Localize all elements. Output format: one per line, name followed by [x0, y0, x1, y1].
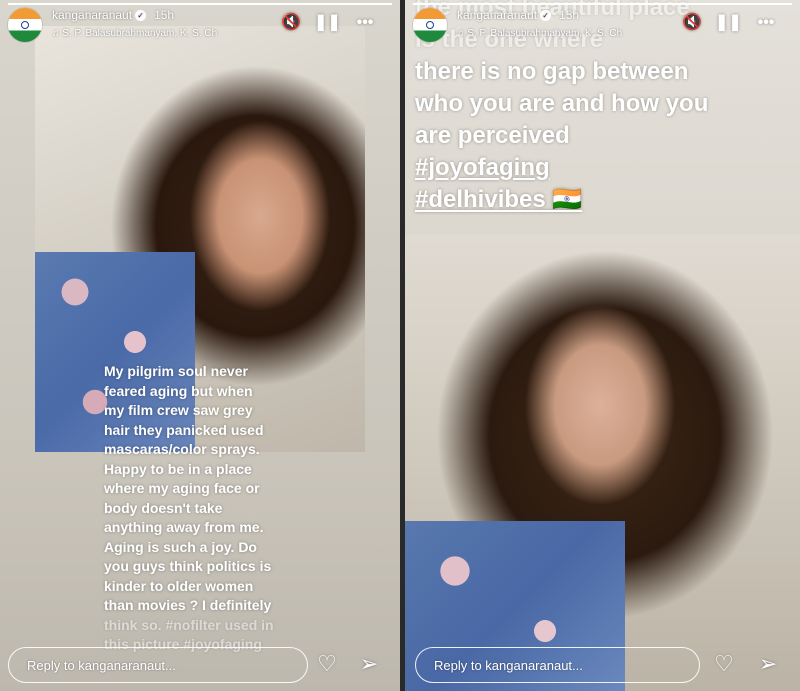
story-viewer: kanganaranaut ✓ 15h ♫ S. P. Balasubrahmany… [0, 0, 800, 691]
send-icon[interactable]: ➢ [755, 651, 781, 677]
reply-input[interactable]: Reply to kanganaranaut... [8, 647, 308, 683]
speaker-muted-icon[interactable]: 🔇 [280, 12, 302, 34]
caption-line: than movies ? I definitely [104, 597, 272, 613]
verified-icon: ✓ [135, 10, 147, 21]
caption-line: where my aging face or [104, 480, 260, 496]
speaker-muted-icon[interactable]: 🔇 [681, 12, 703, 34]
story-photo [405, 235, 800, 691]
story-progress-bar [8, 3, 392, 5]
story-header: kanganaranaut ✓ 15h ♫ S. P. Balasubrahmany… [8, 8, 390, 44]
caption-line: you guys think politics is [104, 558, 272, 574]
caption-line: are perceived [415, 122, 570, 149]
caption-line: Happy to be in a place [104, 460, 252, 477]
caption-line: mascaras/color sprays. [104, 441, 260, 457]
caption-line: feared aging but when [104, 382, 253, 399]
caption-line: hair they panicked used [104, 421, 264, 438]
avatar[interactable] [413, 8, 447, 42]
avatar[interactable] [8, 8, 42, 42]
pause-icon[interactable]: ❚❚ [715, 12, 742, 34]
music-label[interactable]: ♫ S. P. Balasubrahmanyam, K. S. Ch [52, 28, 217, 39]
username-row: kanganaranaut ✓ 15h [457, 8, 579, 22]
heart-icon[interactable]: ♡ [314, 651, 340, 677]
more-icon[interactable]: ••• [755, 12, 777, 34]
reply-input[interactable]: Reply to kanganaranaut... [415, 647, 700, 683]
caption-line: My pilgrim soul never [104, 363, 248, 379]
send-icon[interactable]: ➢ [356, 651, 382, 677]
hashtag[interactable]: #delhivibes 🇮🇳 [415, 184, 785, 216]
username[interactable]: kanganaranaut [52, 8, 132, 22]
caption-line: my film crew saw grey [104, 402, 253, 418]
story-caption: My pilgrim soul never feared aging but w… [104, 362, 328, 655]
username[interactable]: kanganaranaut [457, 8, 537, 22]
caption-line: anything away from me. [104, 519, 264, 535]
story-header: kanganaranaut ✓ 15h ♫ S. P. Balasubrahmany… [413, 8, 790, 44]
music-label[interactable]: ♫ S. P. Balasubrahmanyam, K. S. Ch [457, 28, 622, 39]
pause-icon[interactable]: ❚❚ [314, 12, 341, 34]
verified-icon: ✓ [540, 10, 552, 21]
story-progress-bar [413, 3, 792, 5]
username-row: kanganaranaut ✓ 15h [52, 8, 174, 22]
caption-line: there is no gap between [415, 58, 689, 85]
caption-line: Aging is such a joy. Do [104, 538, 257, 555]
caption-line: body doesn't take [104, 499, 223, 516]
story-panel-left[interactable]: kanganaranaut ✓ 15h ♫ S. P. Balasubrahmany… [0, 0, 400, 691]
caption-line: who you are and how you [415, 90, 709, 117]
post-time: 15h [154, 8, 175, 22]
post-time: 15h [559, 8, 580, 22]
caption-line: kinder to older women [104, 577, 254, 594]
heart-icon[interactable]: ♡ [711, 651, 737, 677]
caption-line: think so. #nofilter used in [104, 616, 274, 633]
story-panel-right[interactable]: the most beautiful place is the one wher… [405, 0, 800, 691]
hashtag[interactable]: #joyofaging [415, 152, 785, 184]
more-icon[interactable]: ••• [354, 12, 376, 34]
